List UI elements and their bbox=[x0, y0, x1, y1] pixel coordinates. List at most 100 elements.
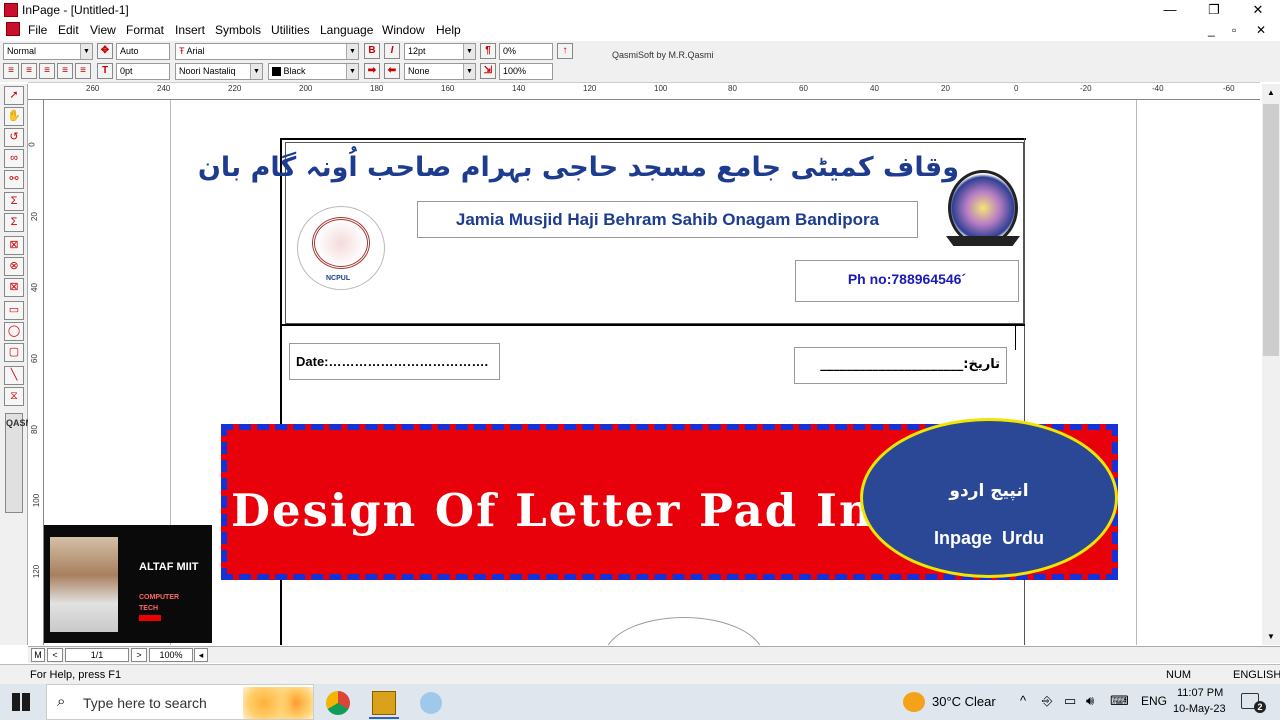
clock-date[interactable]: 10-May-23 bbox=[1173, 703, 1226, 715]
urdu-title[interactable]: وقاف کمیٹی جامع مسجد حاجی بہرام صاحب اُو… bbox=[198, 152, 959, 196]
menu-utilities[interactable]: Utilities bbox=[271, 23, 310, 37]
hand-tool-icon[interactable]: ✋ bbox=[4, 107, 24, 126]
italic-button[interactable]: I bbox=[384, 43, 400, 59]
document-icon[interactable] bbox=[6, 22, 20, 36]
justify-icon[interactable]: ≡ bbox=[57, 63, 73, 79]
arrow-right-icon[interactable]: ➡ bbox=[364, 63, 380, 79]
tracking-icon[interactable]: T bbox=[97, 63, 113, 79]
oval-tool-icon[interactable]: ◯ bbox=[4, 322, 24, 341]
chrome-icon[interactable] bbox=[326, 691, 350, 715]
superscript-icon[interactable]: ↑ bbox=[557, 43, 573, 59]
page-top-edge bbox=[280, 138, 1026, 140]
menu-format[interactable]: Format bbox=[126, 23, 164, 37]
doc-maximize-button[interactable]: ▫ bbox=[1232, 23, 1236, 37]
taskbar-search-box[interactable]: ⌕ Type here to search bbox=[46, 684, 314, 720]
page-navigation-bar: M < 1/1 > 100% ◂ bbox=[28, 646, 1280, 663]
menu-view[interactable]: View bbox=[90, 23, 116, 37]
format-toolbar-1: Normal ▼ ✥ Auto Ŧ Arial ▼ B I 12pt ▼ ¶ 0% ↑… bbox=[0, 41, 1280, 62]
align-center-icon[interactable]: ≡ bbox=[21, 63, 37, 79]
maximize-button[interactable]: ❐ bbox=[1192, 0, 1236, 20]
horizontal-ruler[interactable]: 260 240 220 200 180 160 140 120 100 80 6… bbox=[28, 82, 1260, 100]
rectangle-tool-icon[interactable]: ▭ bbox=[4, 301, 24, 320]
rotate-tool-icon[interactable]: ↺ bbox=[4, 128, 24, 147]
ncpul-logo[interactable]: NCPUL bbox=[297, 206, 385, 290]
rounded-rect-tool-icon[interactable]: ▢ bbox=[4, 343, 24, 362]
status-bar: For Help, press F1 NUM ENGLISH bbox=[0, 664, 1280, 684]
vertical-scroll-thumb[interactable] bbox=[1263, 104, 1279, 356]
pointer-tool-icon[interactable]: ➚ bbox=[4, 86, 24, 105]
hourglass-tool-icon[interactable]: ⧖ bbox=[4, 387, 24, 406]
inpage-taskbar-icon[interactable] bbox=[372, 691, 396, 715]
align-left-icon[interactable]: ≡ bbox=[39, 63, 55, 79]
menu-insert[interactable]: Insert bbox=[175, 23, 205, 37]
leading-input[interactable]: Auto bbox=[116, 43, 170, 60]
paint-icon[interactable] bbox=[420, 692, 442, 714]
search-placeholder: Type here to search bbox=[83, 695, 207, 711]
line-tool-icon[interactable]: ╲ bbox=[4, 366, 24, 385]
arrow-left-icon[interactable]: ⬅ bbox=[384, 63, 400, 79]
align-right-icon[interactable]: ≡ bbox=[3, 63, 19, 79]
chevron-down-icon: ▼ bbox=[346, 64, 358, 79]
clock-time[interactable]: 11:07 PM bbox=[1177, 687, 1223, 699]
institute-logo[interactable] bbox=[948, 170, 1018, 246]
date-field[interactable]: Date:………………………………. bbox=[289, 343, 500, 380]
windows-start-icon[interactable] bbox=[12, 693, 30, 711]
ruler-label: 80 bbox=[29, 425, 39, 434]
doc-minimize-button[interactable]: _ bbox=[1208, 23, 1215, 37]
ruler-label: 180 bbox=[370, 84, 384, 93]
scale-input[interactable]: 100% bbox=[499, 63, 553, 80]
menu-language[interactable]: Language bbox=[320, 23, 373, 37]
urdu-date-field[interactable]: تاریخ:______________________ bbox=[794, 347, 1007, 384]
leading-icon[interactable]: ✥ bbox=[97, 43, 113, 59]
banner-urdu-text: انپیج اردو bbox=[949, 481, 1029, 501]
volume-icon[interactable]: 🔊︎ bbox=[1086, 693, 1094, 709]
close-button[interactable]: ✕ bbox=[1236, 0, 1280, 20]
input-language[interactable]: ENG bbox=[1141, 694, 1167, 708]
baseline-input[interactable]: 0% bbox=[499, 43, 553, 60]
justify-all-icon[interactable]: ≡ bbox=[75, 63, 91, 79]
urdu-font-select[interactable]: Noori Nastaliq ▼ bbox=[175, 63, 263, 80]
baseline-shift-icon[interactable]: ¶ bbox=[480, 43, 496, 59]
tray-chevron-icon[interactable]: ^ bbox=[1020, 693, 1026, 708]
menu-edit[interactable]: Edit bbox=[58, 23, 79, 37]
shading-select[interactable]: None ▼ bbox=[404, 63, 476, 80]
minimize-button[interactable]: — bbox=[1148, 0, 1192, 20]
phone-box[interactable]: Ph no:788964546´ bbox=[795, 260, 1019, 302]
menu-symbols[interactable]: Symbols bbox=[215, 23, 261, 37]
style-select[interactable]: Normal ▼ bbox=[3, 43, 93, 60]
page-indicator[interactable]: 1/1 bbox=[65, 648, 129, 662]
scale-icon[interactable]: ⇲ bbox=[480, 63, 496, 79]
master-page-button[interactable]: M bbox=[31, 648, 45, 662]
menu-help[interactable]: Help bbox=[436, 23, 461, 37]
scroll-up-icon[interactable]: ▲ bbox=[1267, 88, 1275, 97]
prev-page-icon[interactable]: < bbox=[47, 648, 63, 662]
tracking-input[interactable]: 0pt bbox=[116, 63, 170, 80]
seal-outline bbox=[604, 617, 764, 645]
color-select[interactable]: Black ▼ bbox=[268, 63, 359, 80]
meet-icon[interactable]: ⎆ bbox=[1042, 693, 1052, 709]
keyboard-icon[interactable]: ⌨ bbox=[1110, 693, 1129, 709]
menu-window[interactable]: Window bbox=[382, 23, 425, 37]
scroll-down-icon[interactable]: ▼ bbox=[1267, 632, 1275, 641]
english-title[interactable]: Jamia Musjid Haji Behram Sahib Onagam Ba… bbox=[417, 201, 918, 238]
battery-icon[interactable]: ▭ bbox=[1064, 693, 1076, 709]
toolbox: ➚ ✋ ↺ ∞ ⚯ Σ Σ ⊠ ⊗ ⊠ ▭ ◯ ▢ ╲ ⧖ bbox=[0, 84, 28, 645]
oval-picture-tool-icon[interactable]: ⊗ bbox=[4, 257, 24, 276]
link-tool-icon[interactable]: ∞ bbox=[4, 149, 24, 168]
scroll-left-icon[interactable]: ◂ bbox=[194, 648, 208, 662]
bold-button[interactable]: B bbox=[364, 43, 380, 59]
rect-picture-tool-icon[interactable]: ⊠ bbox=[4, 236, 24, 255]
rounded-picture-tool-icon[interactable]: ⊠ bbox=[4, 278, 24, 297]
weather-text[interactable]: 30°C Clear bbox=[932, 694, 996, 709]
text-tool-icon[interactable]: Σ bbox=[4, 192, 24, 211]
next-page-icon[interactable]: > bbox=[131, 648, 147, 662]
menu-file[interactable]: File bbox=[28, 23, 47, 37]
doc-close-button[interactable]: ✕ bbox=[1256, 23, 1266, 37]
text-box-tool-icon[interactable]: Σ bbox=[4, 213, 24, 232]
english-font-select[interactable]: Ŧ Arial ▼ bbox=[175, 43, 359, 60]
unlink-tool-icon[interactable]: ⚯ bbox=[4, 170, 24, 189]
zoom-field[interactable]: 100% bbox=[149, 648, 193, 662]
credit-label: QasmiSoft by M.R.Qasmi bbox=[612, 50, 714, 60]
vertical-ruler[interactable]: 0 20 40 60 80 100 120 bbox=[28, 100, 44, 645]
font-size-select[interactable]: 12pt ▼ bbox=[404, 43, 476, 60]
